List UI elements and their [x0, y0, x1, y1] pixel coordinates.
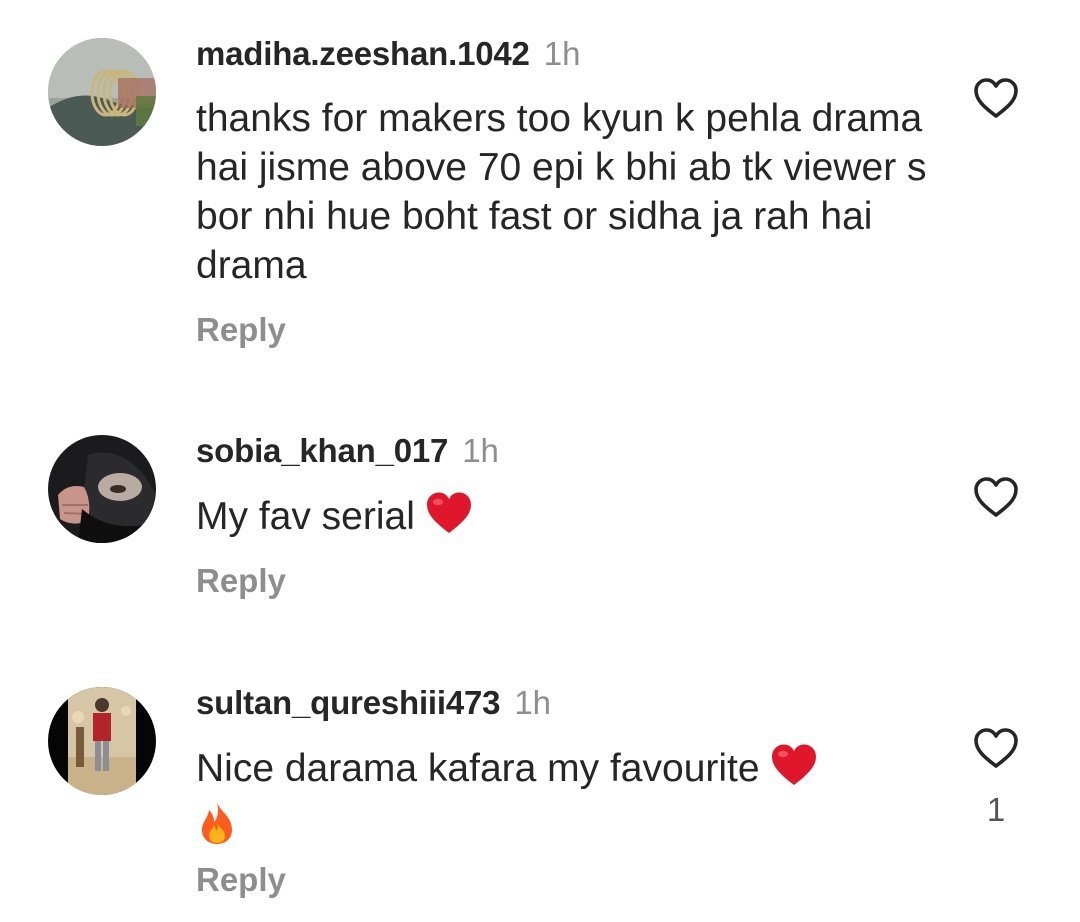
avatar-photo [48, 435, 156, 543]
red-heart-emoji [425, 491, 473, 547]
heart-outline-icon [974, 477, 1018, 517]
username[interactable]: sobia_khan_017 [196, 432, 448, 469]
like-count: 1 [986, 791, 1006, 828]
username[interactable]: madiha.zeeshan.1042 [196, 35, 530, 72]
timestamp: 1h [514, 684, 552, 721]
avatar[interactable] [48, 38, 156, 146]
reply-button[interactable]: Reply [196, 561, 286, 601]
like-button[interactable] [972, 76, 1020, 120]
comment-header: madiha.zeeshan.1042 1h [196, 34, 580, 74]
comment-1: madiha.zeeshan.1042 1h thanks for makers … [0, 0, 1080, 400]
timestamp: 1h [462, 432, 499, 469]
comment-2: sobia_khan_017 1h My fav serial Reply [0, 400, 1080, 650]
avatar[interactable] [48, 435, 156, 543]
heart-outline-icon [974, 728, 1018, 768]
comment-text: thanks for makers too kyun k pehla drama… [196, 97, 927, 287]
comment-text-line: My fav serial [196, 491, 936, 547]
like-button[interactable] [972, 726, 1020, 770]
timestamp: 1h [543, 35, 581, 72]
comment-header: sultan_qureshiii473 1h [196, 683, 551, 723]
comment-text: My fav serial [196, 495, 415, 538]
heart-outline-icon [974, 78, 1018, 118]
comment-3: sultan_qureshiii473 1h Nice darama kafara… [0, 650, 1080, 922]
comment-text-line: Nice darama kafara my favourite [196, 743, 936, 858]
like-button[interactable] [972, 475, 1020, 519]
avatar[interactable] [48, 687, 156, 795]
red-heart-emoji [770, 743, 818, 799]
avatar-photo [48, 38, 156, 146]
username[interactable]: sultan_qureshiii473 [196, 684, 501, 721]
fire-emoji [196, 800, 238, 858]
comment-header: sobia_khan_017 1h [196, 431, 499, 471]
comment-text: Nice darama kafara my favourite [196, 747, 760, 790]
reply-button[interactable]: Reply [196, 310, 286, 350]
avatar-photo [48, 687, 156, 795]
reply-button[interactable]: Reply [196, 860, 286, 900]
